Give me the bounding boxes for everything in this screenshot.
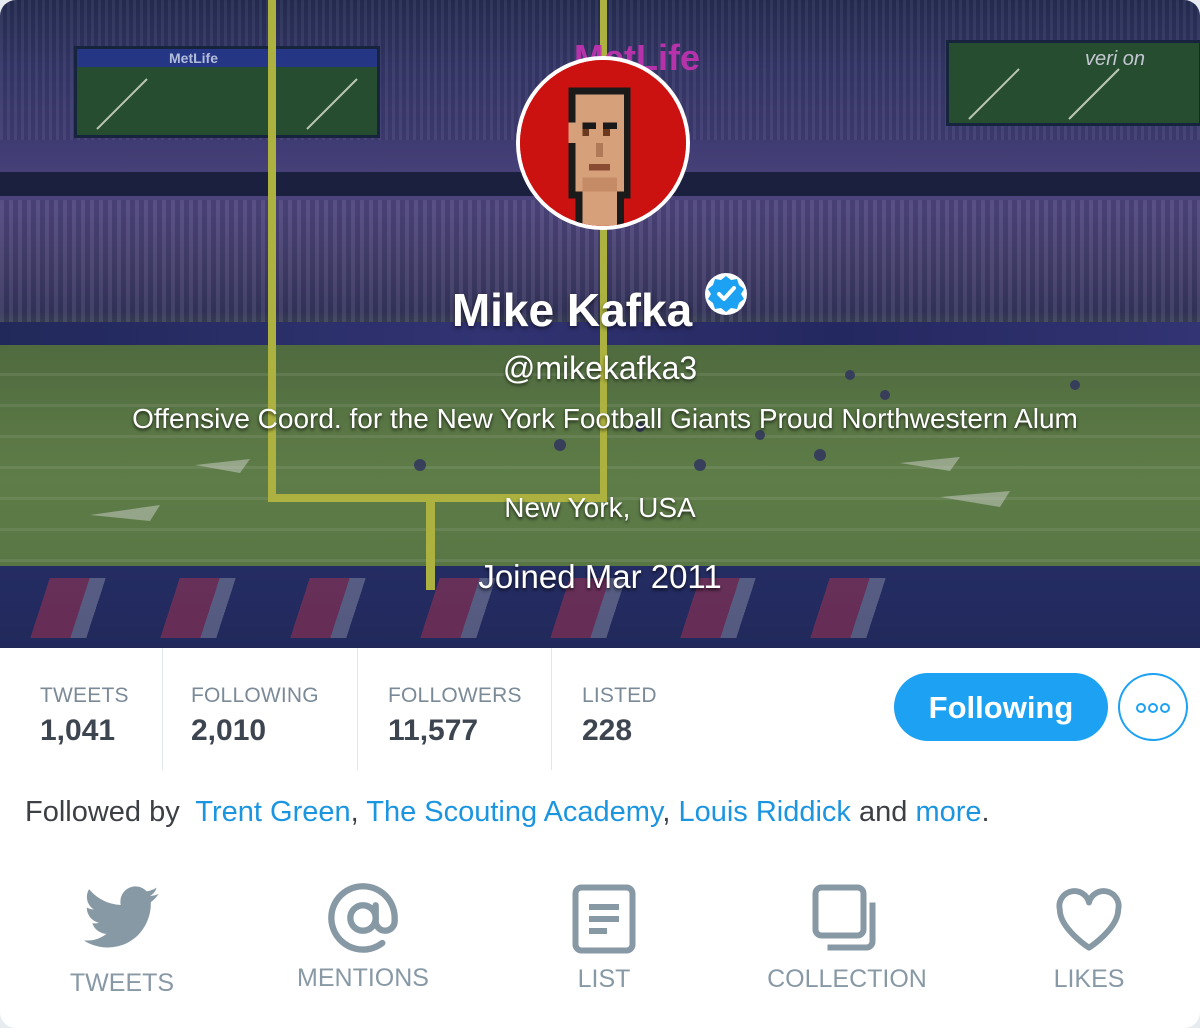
following-button[interactable]: Following (894, 673, 1108, 741)
stat-divider (162, 648, 163, 770)
tab-label: TWEETS (69, 969, 175, 997)
heart-icon (1056, 888, 1122, 951)
stat-value: 11,577 (388, 714, 479, 747)
tab-list[interactable]: LIST (494, 875, 714, 1025)
tab-mentions[interactable]: MENTIONS (253, 875, 473, 1025)
followed-by-line: Followed by Trent Green, The Scouting Ac… (25, 796, 1185, 829)
list-icon (572, 884, 636, 954)
ellipsis-icon (1136, 703, 1170, 714)
display-name: Mike Kafka (451, 284, 693, 336)
followed-by-more-link[interactable]: more (915, 796, 981, 828)
stat-divider (357, 648, 358, 770)
at-sign-icon (328, 883, 398, 953)
stat-listed[interactable]: LISTED 228 (582, 648, 657, 770)
tab-label: COLLECTION (767, 965, 927, 993)
verified-badge-icon (705, 273, 748, 315)
stat-label: TWEETS (40, 684, 129, 707)
bird-icon (84, 886, 159, 948)
stat-value: 2,010 (191, 714, 267, 747)
profile-card: MetLife veri on MetLife Mike Kafka @mike… (0, 0, 1200, 1028)
profile-joined-date: Joined Mar 2011 (478, 558, 722, 595)
followed-by-separator: , (662, 796, 671, 828)
stat-divider (551, 648, 552, 770)
followed-by-and: and (858, 796, 908, 828)
tab-label: MENTIONS (297, 964, 429, 992)
stat-label: LISTED (582, 684, 657, 707)
followed-by-link-louis-riddick[interactable]: Louis Riddick (678, 796, 850, 828)
tab-likes[interactable]: LIKES (979, 875, 1199, 1025)
name-row: Mike Kafka (0, 272, 1200, 337)
followed-by-link-scouting-academy[interactable]: The Scouting Academy (366, 796, 662, 828)
stat-tweets[interactable]: TWEETS 1,041 (40, 648, 129, 770)
profile-bio: Offensive Coord. for the New York Footba… (132, 403, 1078, 434)
tab-tweets[interactable]: TWEETS (12, 875, 232, 1025)
stat-label: FOLLOWERS (388, 684, 522, 707)
followed-by-prefix: Followed by (25, 796, 180, 828)
tab-collection[interactable]: COLLECTION (737, 875, 957, 1025)
followed-by-link-trent-green[interactable]: Trent Green (195, 796, 350, 828)
tab-label: LIKES (1053, 965, 1125, 993)
profile-tab-nav: TWEETS MENTIONS LIST COLLECTION LIKES (0, 875, 1200, 1028)
profile-avatar[interactable] (516, 56, 690, 230)
tab-label: LIST (577, 965, 631, 993)
stat-value: 1,041 (40, 714, 116, 747)
profile-handle: @mikekafka3 (502, 350, 698, 386)
followed-by-separator: , (350, 796, 359, 828)
avatar-pixel-portrait (520, 60, 686, 226)
profile-location: New York, USA (504, 492, 696, 523)
stat-value: 228 (582, 714, 633, 747)
followed-by-period: . (981, 796, 990, 828)
more-options-button[interactable] (1118, 673, 1188, 741)
stat-followers[interactable]: FOLLOWERS 11,577 (388, 648, 522, 770)
stat-following[interactable]: FOLLOWING 2,010 (191, 648, 319, 770)
collection-icon (812, 884, 876, 951)
stat-label: FOLLOWING (191, 684, 319, 707)
